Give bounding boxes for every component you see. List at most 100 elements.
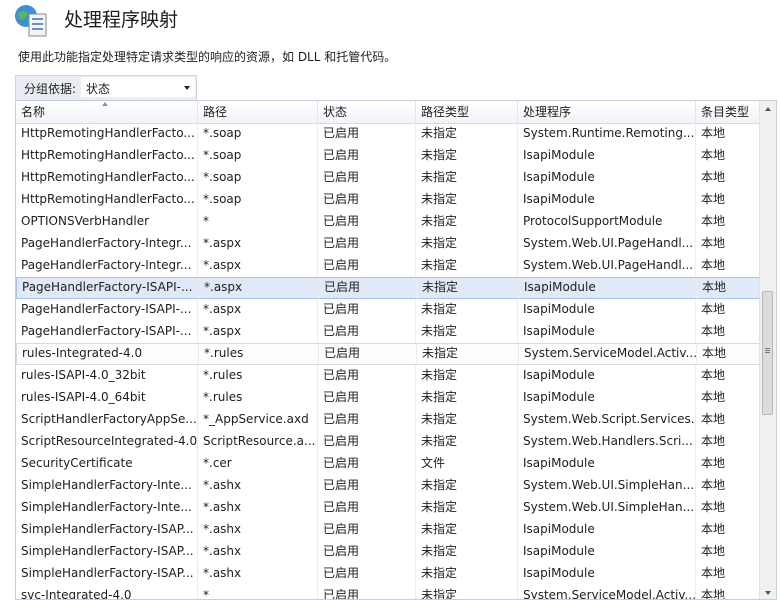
cell-name: PageHandlerFactory-ISAPI-...	[16, 321, 198, 343]
table-row[interactable]: ScriptHandlerFactoryAppSe... *_AppService…	[16, 409, 760, 431]
cell-entry-type: 本地	[696, 387, 760, 409]
table-row[interactable]: rules-Integrated-4.0 *.rules 已启用 未指定 System.…	[16, 343, 760, 366]
grip-icon	[765, 348, 770, 349]
table-row[interactable]: HttpRemotingHandlerFacto... *.soap 已启用 未指定 I…	[16, 145, 760, 167]
scroll-down-button[interactable]	[760, 585, 776, 599]
cell-path: *.aspx	[198, 233, 318, 255]
cell-path: *.soap	[198, 189, 318, 211]
cell-handler: IsapiModule	[518, 541, 696, 563]
cell-entry-type: 本地	[696, 453, 760, 475]
cell-path: *.ashx	[198, 497, 318, 519]
group-by-value: 状态	[86, 82, 111, 96]
cell-path-type: 未指定	[416, 189, 518, 211]
table-row[interactable]: PageHandlerFactory-Integr... *.aspx 已启用 未指定…	[16, 233, 760, 255]
table-row[interactable]: SimpleHandlerFactory-Inte... *.ashx 已启用 未指定…	[16, 475, 760, 497]
cell-handler: IsapiModule	[518, 453, 696, 475]
table-row[interactable]: SimpleHandlerFactory-ISAP... *.ashx 已启用 未指定…	[16, 563, 760, 585]
header: 处理程序映射	[0, 0, 780, 44]
table-row[interactable]: svc-Integrated-4.0 * 已启用 未指定 System.ServiceM…	[16, 585, 760, 599]
cell-name: PageHandlerFactory-ISAPI-...	[16, 299, 198, 321]
cell-path-type: 未指定	[416, 541, 518, 563]
cell-entry-type: 本地	[696, 167, 760, 189]
cell-entry-type: 本地	[696, 211, 760, 233]
cell-path: *.ashx	[198, 541, 318, 563]
cell-handler: IsapiModule	[518, 321, 696, 343]
cell-entry-type: 本地	[696, 431, 760, 453]
group-by-bar: 分组依据: 状态	[15, 75, 197, 100]
cell-state: 已启用	[318, 299, 416, 321]
cell-state: 已启用	[318, 145, 416, 167]
cell-path-type: 未指定	[416, 123, 518, 145]
table-row[interactable]: rules-ISAPI-4.0_64bit *.rules 已启用 未指定 IsapiM…	[16, 387, 760, 409]
table-row[interactable]: rules-ISAPI-4.0_32bit *.rules 已启用 未指定 IsapiM…	[16, 365, 760, 387]
cell-path: *_AppService.axd	[198, 409, 318, 431]
cell-name: OPTIONSVerbHandler	[16, 211, 198, 233]
cell-handler: IsapiModule	[518, 299, 696, 321]
cell-name: rules-ISAPI-4.0_32bit	[16, 365, 198, 387]
vertical-scrollbar[interactable]	[759, 101, 776, 599]
cell-path-type: 未指定	[416, 233, 518, 255]
cell-handler: IsapiModule	[518, 563, 696, 585]
table-row[interactable]: SimpleHandlerFactory-Inte... *.ashx 已启用 未指定…	[16, 497, 760, 519]
cell-path-type: 未指定	[416, 365, 518, 387]
table-row[interactable]: PageHandlerFactory-ISAPI-... *.aspx 已启用 未指定…	[16, 299, 760, 321]
table-row[interactable]: HttpRemotingHandlerFacto... *.soap 已启用 未指定 I…	[16, 189, 760, 211]
column-header-state[interactable]: 状态	[318, 101, 416, 123]
table-body: HttpRemotingHandlerFacto... *.soap 已启用 未指定 S…	[16, 123, 760, 599]
column-header-path-type[interactable]: 路径类型	[416, 101, 518, 123]
cell-entry-type: 本地	[696, 255, 760, 277]
cell-state: 已启用	[318, 475, 416, 497]
table-row[interactable]: OPTIONSVerbHandler * 已启用 未指定 ProtocolSupport…	[16, 211, 760, 233]
group-by-dropdown[interactable]: 状态	[81, 77, 195, 97]
cell-name: rules-Integrated-4.0	[17, 344, 199, 366]
cell-entry-type: 本地	[696, 475, 760, 497]
cell-path-type: 未指定	[416, 475, 518, 497]
cell-entry-type: 本地	[696, 541, 760, 563]
cell-path: *	[198, 585, 318, 599]
table-row[interactable]: PageHandlerFactory-ISAPI-... *.aspx 已启用 未指定…	[16, 277, 760, 300]
cell-path-type: 未指定	[416, 409, 518, 431]
scroll-thumb[interactable]	[762, 291, 773, 415]
cell-path: *.cer	[198, 453, 318, 475]
cell-entry-type: 本地	[696, 233, 760, 255]
cell-path-type: 未指定	[416, 431, 518, 453]
cell-state: 已启用	[318, 167, 416, 189]
cell-state: 已启用	[318, 211, 416, 233]
scroll-up-button[interactable]	[760, 101, 776, 117]
table-row[interactable]: PageHandlerFactory-Integr... *.aspx 已启用 未指定…	[16, 255, 760, 277]
cell-handler: IsapiModule	[518, 365, 696, 387]
column-header-entry-type[interactable]: 条目类型	[696, 101, 760, 123]
cell-handler: System.Web.UI.PageHandl...	[518, 255, 696, 277]
cell-path: *.aspx	[199, 278, 319, 300]
table-row[interactable]: SecurityCertificate *.cer 已启用 文件 IsapiModule…	[16, 453, 760, 475]
table-row[interactable]: SimpleHandlerFactory-ISAP... *.ashx 已启用 未指定…	[16, 519, 760, 541]
cell-path-type: 未指定	[417, 278, 519, 300]
cell-path: *.ashx	[198, 519, 318, 541]
cell-path: *.rules	[198, 365, 318, 387]
column-header-handler[interactable]: 处理程序	[518, 101, 696, 123]
table-row[interactable]: ScriptResourceIntegrated-4.0 ScriptResour…	[16, 431, 760, 453]
table-row[interactable]: PageHandlerFactory-ISAPI-... *.aspx 已启用 未指定…	[16, 321, 760, 343]
table-row[interactable]: HttpRemotingHandlerFacto... *.soap 已启用 未指定 S…	[16, 123, 760, 145]
table-row[interactable]: SimpleHandlerFactory-ISAP... *.ashx 已启用 未指定…	[16, 541, 760, 563]
cell-handler: IsapiModule	[519, 278, 697, 300]
cell-name: PageHandlerFactory-Integr...	[16, 255, 198, 277]
cell-state: 已启用	[318, 233, 416, 255]
cell-entry-type: 本地	[696, 321, 760, 343]
cell-name: rules-ISAPI-4.0_64bit	[16, 387, 198, 409]
cell-path: *.rules	[198, 387, 318, 409]
cell-entry-type: 本地	[696, 189, 760, 211]
column-header-row: 名称 路径 状态 路径类型 处理程序 条目类型	[16, 101, 760, 124]
cell-entry-type: 本地	[696, 299, 760, 321]
column-header-path[interactable]: 路径	[198, 101, 318, 123]
table-row[interactable]: HttpRemotingHandlerFacto... *.soap 已启用 未指定 I…	[16, 167, 760, 189]
cell-handler: System.ServiceModel.Activ...	[518, 585, 696, 599]
cell-state: 已启用	[318, 519, 416, 541]
cell-name: PageHandlerFactory-Integr...	[16, 233, 198, 255]
handler-mappings-table: 名称 路径 状态 路径类型 处理程序 条目类型 HttpRemotingHandlerFa…	[15, 100, 777, 600]
cell-state: 已启用	[318, 541, 416, 563]
cell-state: 已启用	[318, 365, 416, 387]
cell-path: *.rules	[199, 344, 319, 366]
cell-name: HttpRemotingHandlerFacto...	[16, 123, 198, 145]
cell-name: HttpRemotingHandlerFacto...	[16, 145, 198, 167]
